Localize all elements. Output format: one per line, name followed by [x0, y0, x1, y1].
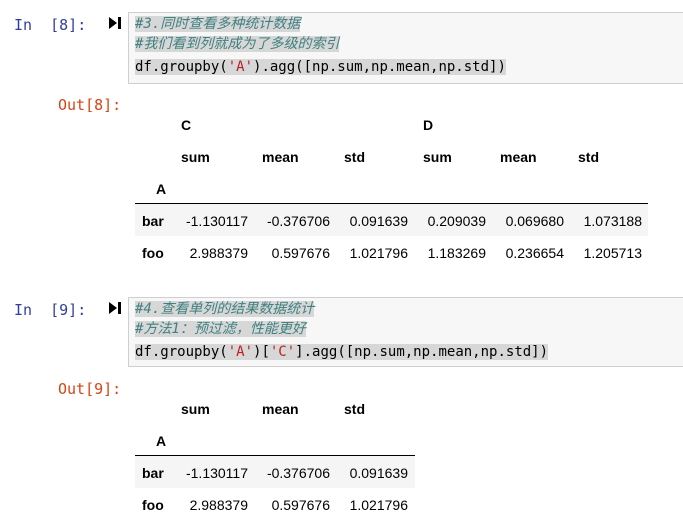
table-cell: 0.091639 — [349, 465, 408, 481]
row-index: foo — [142, 497, 164, 513]
code-input-9[interactable]: #4.查看单列的结果数据统计 #方法1：预过滤，性能更好 df.groupby(… — [128, 297, 683, 367]
row-index: foo — [142, 245, 164, 261]
column-header: sum — [181, 149, 210, 165]
code-comment-line: #方法1：预过滤，性能更好 — [135, 319, 308, 339]
run-cell-icon[interactable] — [108, 301, 122, 315]
input-prompt-9: In [9]: — [14, 301, 87, 319]
column-header: mean — [262, 149, 299, 165]
table-cell: 1.073188 — [583, 213, 642, 229]
table-cell: -0.376706 — [266, 465, 330, 481]
output-prompt-9: Out[9]: — [58, 380, 122, 398]
comment-text: #4.查看单列的结果数据统计 — [135, 301, 315, 317]
table-cell: 1.183269 — [427, 245, 486, 261]
table-cell: 1.021796 — [349, 497, 408, 513]
code-comment-line: #我们看到列就成为了多级的索引 — [135, 34, 341, 54]
string-literal: 'C' — [269, 344, 296, 360]
table-cell: 0.597676 — [271, 245, 330, 261]
table-cell: 2.988379 — [189, 245, 248, 261]
code-input-8[interactable]: #3.同时查看多种统计数据 #我们看到列就成为了多级的索引 df.groupby… — [128, 12, 683, 84]
code-text: ].agg([np.sum,np.mean,np.std]) — [295, 344, 549, 360]
code-line: df.groupby('A').agg([np.sum,np.mean,np.s… — [135, 57, 508, 77]
string-literal: 'A' — [227, 344, 254, 360]
table-cell: 1.021796 — [349, 245, 408, 261]
column-header: std — [578, 149, 599, 165]
index-name: A — [156, 181, 167, 197]
output-prompt-8: Out[8]: — [58, 96, 122, 114]
row-index: bar — [142, 465, 164, 481]
table-cell: -1.130117 — [185, 465, 248, 481]
column-header: mean — [262, 401, 299, 417]
row-index: bar — [142, 213, 164, 229]
table-cell: -1.130117 — [185, 213, 248, 229]
column-header: std — [344, 149, 365, 165]
code-text: ).agg([np.sum,np.mean,np.std]) — [253, 59, 506, 75]
column-header: mean — [500, 149, 537, 165]
column-header: sum — [181, 401, 210, 417]
output-area-8: C D sum mean std sum mean std A bar -1.1… — [128, 96, 683, 276]
table-cell: 1.205713 — [583, 245, 642, 261]
code-text: df.groupby( — [135, 344, 228, 360]
run-cell-icon[interactable] — [108, 16, 122, 30]
table-cell: 2.988379 — [189, 497, 248, 513]
column-header-level0: C — [181, 117, 192, 133]
code-line: df.groupby('A')['C'].agg([np.sum,np.mean… — [135, 342, 550, 362]
table-cell: 0.091639 — [349, 213, 408, 229]
column-header: std — [344, 401, 365, 417]
comment-text: #方法1：预过滤，性能更好 — [135, 321, 306, 337]
column-header: sum — [423, 149, 452, 165]
code-comment-line: #4.查看单列的结果数据统计 — [135, 299, 316, 319]
column-header-level0: D — [423, 117, 434, 133]
code-text: )[ — [253, 344, 270, 360]
comment-text: #3.同时查看多种统计数据 — [135, 16, 301, 32]
index-name: A — [156, 433, 167, 449]
code-text: df.groupby( — [135, 59, 228, 75]
table-cell: 0.597676 — [271, 497, 330, 513]
string-literal: 'A' — [227, 59, 254, 75]
table-cell: 0.209039 — [427, 213, 486, 229]
input-prompt-8: In [8]: — [14, 16, 87, 34]
table-cell: 0.069680 — [505, 213, 564, 229]
table-cell: -0.376706 — [266, 213, 330, 229]
code-comment-line: #3.同时查看多种统计数据 — [135, 14, 302, 34]
comment-text: #我们看到列就成为了多级的索引 — [135, 36, 340, 52]
output-area-9: sum mean std A bar -1.130117 -0.376706 0… — [128, 380, 683, 516]
table-cell: 0.236654 — [505, 245, 564, 261]
